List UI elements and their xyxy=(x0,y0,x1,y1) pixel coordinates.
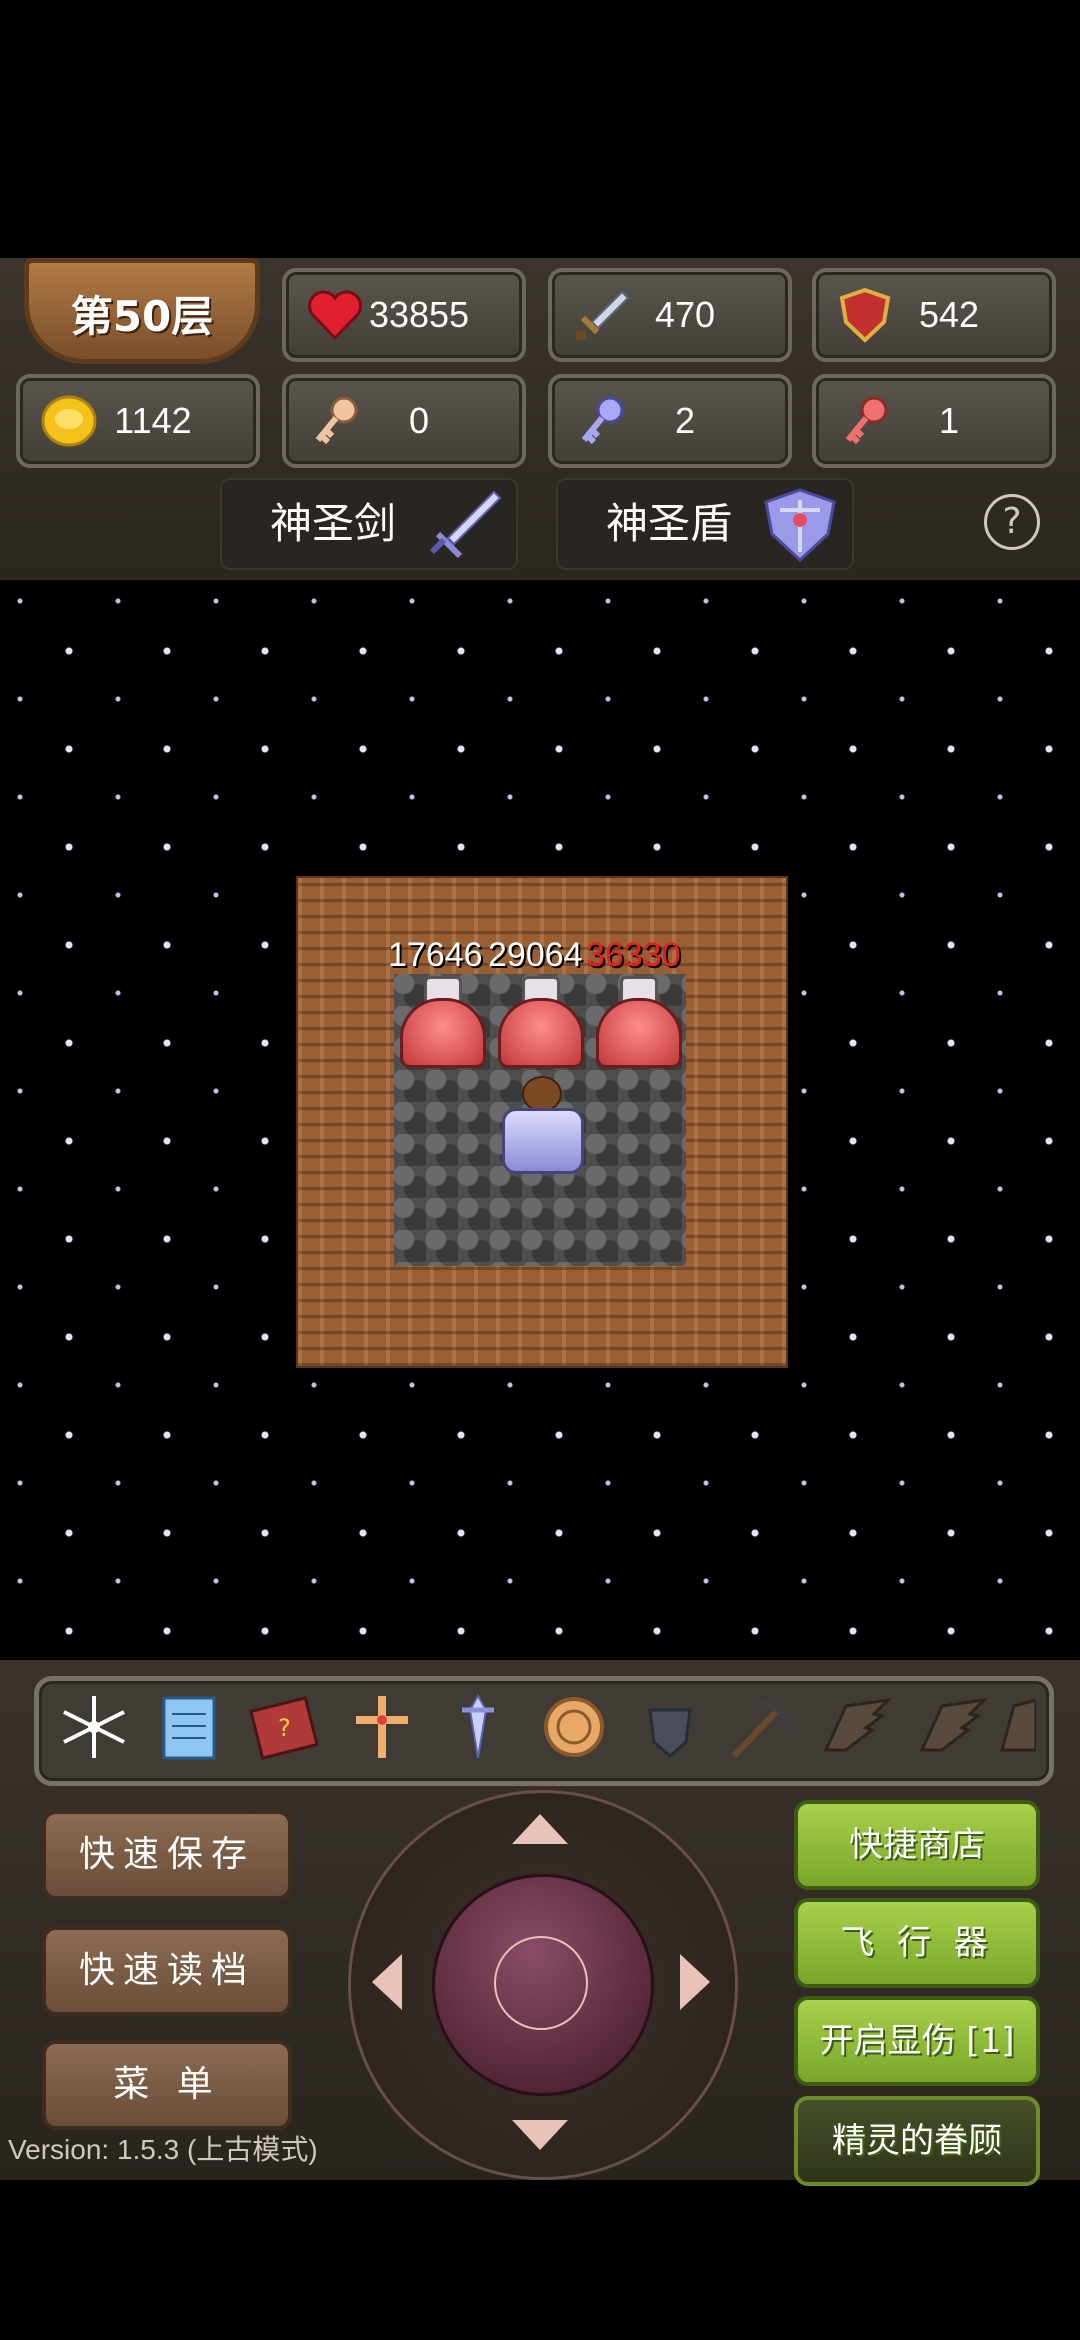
damage-label-left: 17646 xyxy=(388,936,483,974)
wing-icon[interactable] xyxy=(912,1690,992,1764)
weapon-name: 神圣剑 xyxy=(270,499,397,548)
bomb-icon[interactable] xyxy=(630,1690,710,1764)
defense-stat: 542 xyxy=(812,268,1056,362)
red-knight-enemy[interactable] xyxy=(590,976,682,1068)
floor-label: 第50层 xyxy=(70,292,214,341)
wing-icon[interactable] xyxy=(996,1690,1036,1764)
gold-value: 1142 xyxy=(114,400,192,441)
red-knight-enemy[interactable] xyxy=(492,976,584,1068)
quick-load-button[interactable]: 快速读档 xyxy=(42,1926,292,2016)
yellow-key-value: 0 xyxy=(408,400,430,441)
coin-icon[interactable] xyxy=(534,1690,614,1764)
attack-value: 470 xyxy=(654,294,716,335)
help-button[interactable]: ? xyxy=(984,494,1040,550)
quick-shop-button[interactable]: 快捷商店 xyxy=(794,1800,1040,1890)
holy-sword-icon xyxy=(429,490,502,559)
attack-stat: 470 xyxy=(548,268,792,362)
snowflake-icon[interactable] xyxy=(54,1690,134,1764)
red-key-value: 1 xyxy=(938,400,960,441)
red-key-stat: 1 xyxy=(812,374,1056,468)
notebook-icon[interactable] xyxy=(150,1690,230,1764)
gold-stat: 1142 xyxy=(16,374,260,468)
menu-button[interactable]: 菜 单 xyxy=(42,2040,292,2130)
arrow-up-icon[interactable] xyxy=(512,1814,568,1844)
fairy-blessing-button[interactable]: 精灵的眷顾 xyxy=(794,2096,1040,2186)
arrow-left-icon[interactable] xyxy=(372,1954,402,2010)
damage-label-right: 36330 xyxy=(586,936,681,974)
yellow-key-stat: 0 xyxy=(282,374,526,468)
monster-book-icon[interactable]: ? xyxy=(246,1690,326,1764)
hp-value: 33855 xyxy=(368,294,470,335)
arrow-down-icon[interactable] xyxy=(512,2120,568,2150)
quick-save-button[interactable]: 快速保存 xyxy=(42,1810,292,1900)
floor-badge: 第50层 xyxy=(24,258,260,364)
shield-name: 神圣盾 xyxy=(606,499,733,548)
red-knight-enemy[interactable] xyxy=(394,976,486,1068)
dpad-center-ring xyxy=(494,1936,588,2030)
hp-stat: 33855 xyxy=(282,268,526,362)
version-label: Version: 1.5.3 (上古模式) xyxy=(8,2134,318,2165)
hero-player xyxy=(492,1074,588,1174)
damage-label-middle: 29064 xyxy=(488,936,583,974)
holy-water-icon[interactable] xyxy=(438,1690,518,1764)
blue-key-value: 2 xyxy=(674,400,696,441)
wing-icon[interactable] xyxy=(816,1690,896,1764)
shield-slot[interactable]: 神圣盾 xyxy=(556,478,854,570)
blue-key-stat: 2 xyxy=(548,374,792,468)
svg-text:?: ? xyxy=(278,1714,291,1742)
fly-button[interactable]: 飞 行 器 xyxy=(794,1898,1040,1988)
weapon-slot[interactable]: 神圣剑 xyxy=(220,478,518,570)
show-damage-button[interactable]: 开启显伤 [1] xyxy=(794,1996,1040,2086)
arrow-right-icon[interactable] xyxy=(680,1954,710,2010)
defense-value: 542 xyxy=(918,294,980,335)
holy-cross-icon[interactable] xyxy=(342,1690,422,1764)
pickaxe-icon[interactable] xyxy=(720,1690,800,1764)
holy-shield-icon xyxy=(764,488,836,563)
